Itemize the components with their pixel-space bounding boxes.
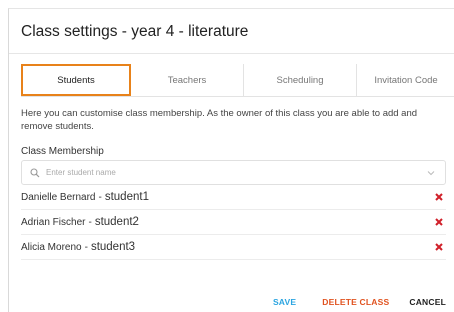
tab-invitation-code[interactable]: Invitation Code bbox=[357, 64, 454, 96]
tab-teachers[interactable]: Teachers bbox=[131, 64, 244, 96]
dialog-actions: SAVE DELETE CLASS CANCEL bbox=[273, 297, 446, 307]
member-separator: - bbox=[98, 191, 102, 203]
tab-bar: Students Teachers Scheduling Invitation … bbox=[21, 64, 454, 97]
member-username: student2 bbox=[94, 216, 139, 228]
remove-student-icon[interactable] bbox=[432, 190, 446, 204]
search-icon bbox=[28, 166, 42, 180]
chevron-down-icon[interactable] bbox=[423, 165, 439, 181]
class-membership-label: Class Membership bbox=[21, 146, 104, 157]
member-name: Alicia Moreno bbox=[21, 241, 82, 253]
class-settings-dialog: Class settings - year 4 - literature Stu… bbox=[8, 8, 454, 312]
remove-student-icon[interactable] bbox=[432, 215, 446, 229]
tab-students[interactable]: Students bbox=[21, 64, 131, 96]
tab-scheduling[interactable]: Scheduling bbox=[244, 64, 357, 96]
student-search-field[interactable] bbox=[21, 160, 446, 185]
member-username: student3 bbox=[90, 241, 136, 253]
member-separator: - bbox=[84, 241, 88, 253]
title-divider bbox=[9, 53, 454, 54]
cancel-button[interactable]: CANCEL bbox=[409, 297, 446, 307]
member-username: student1 bbox=[104, 191, 149, 203]
member-row: Adrian Fischer - student2 bbox=[21, 210, 446, 235]
member-name: Danielle Bernard bbox=[21, 191, 96, 203]
student-search-input[interactable] bbox=[42, 168, 423, 177]
save-button[interactable]: SAVE bbox=[273, 297, 296, 307]
member-row: Danielle Bernard - student1 bbox=[21, 185, 446, 210]
dialog-title: Class settings - year 4 - literature bbox=[21, 23, 249, 40]
member-list: Danielle Bernard - student1 Adrian Fisch… bbox=[21, 185, 446, 260]
delete-class-button[interactable]: DELETE CLASS bbox=[322, 297, 389, 307]
member-separator: - bbox=[88, 216, 92, 228]
member-row: Alicia Moreno - student3 bbox=[21, 235, 446, 260]
member-name: Adrian Fischer bbox=[21, 216, 86, 228]
remove-student-icon[interactable] bbox=[432, 240, 446, 254]
membership-description: Here you can customise class membership.… bbox=[21, 108, 418, 132]
